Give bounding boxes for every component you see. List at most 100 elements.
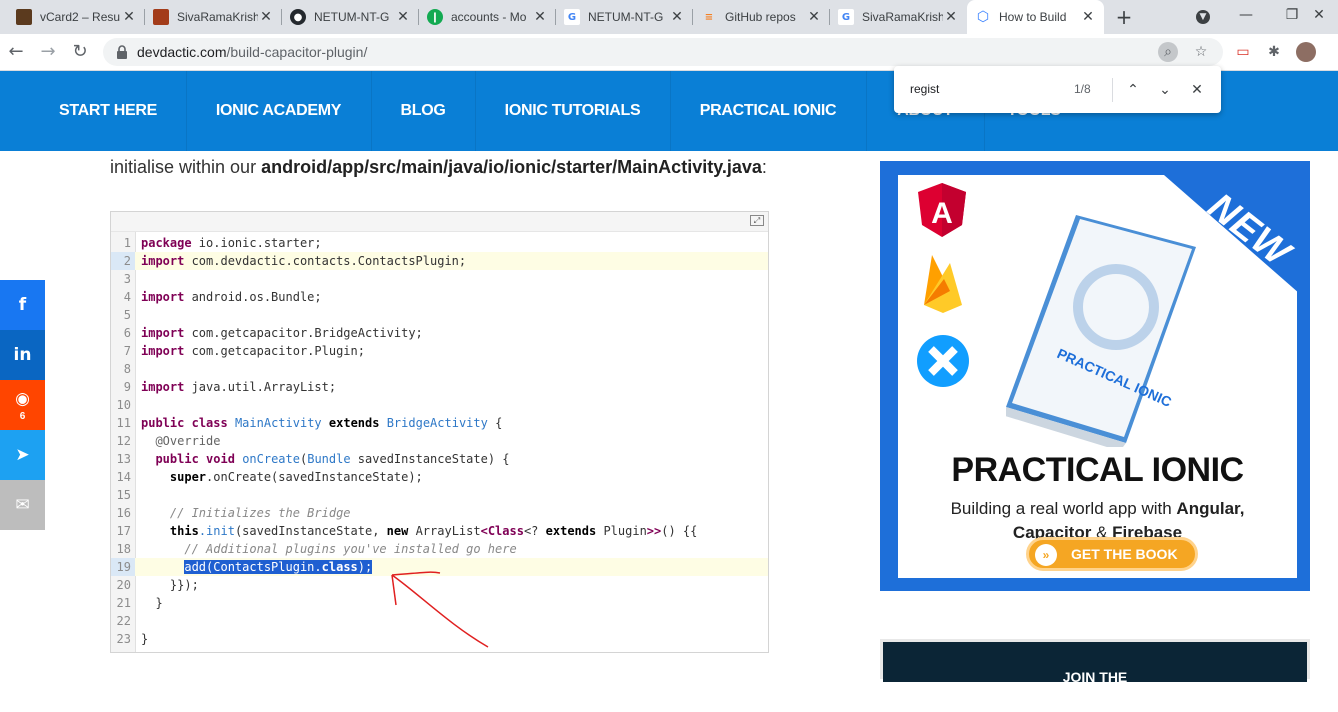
code-line: 13 public void onCreate(Bundle savedInst…: [111, 450, 768, 468]
find-input[interactable]: regist: [910, 82, 939, 96]
reload-icon[interactable]: ↻: [68, 40, 92, 64]
cast-icon[interactable]: ▭: [1233, 42, 1253, 62]
nav-ionic-academy[interactable]: IONIC ACADEMY: [186, 71, 371, 151]
line-number: 19: [111, 558, 135, 576]
mongodb-icon: ❙: [427, 9, 443, 25]
line-number: 3: [123, 272, 131, 286]
nav-ionic-tutorials[interactable]: IONIC TUTORIALS: [475, 71, 670, 151]
nav-blog[interactable]: BLOG: [371, 71, 475, 151]
line-number: 17: [116, 524, 131, 538]
lock-icon: [117, 45, 127, 59]
tab-strip: vCard2 – Resu ✕ SivaRamaKrish ✕ ● NETUM-…: [0, 0, 1338, 34]
twitter-icon: ➤: [15, 445, 30, 465]
reddit-icon: ◉: [15, 388, 30, 409]
linkedin-icon: in: [13, 345, 32, 365]
code-line: 6 import com.getcapacitor.BridgeActivity;: [111, 324, 768, 342]
line-number: 12: [116, 434, 131, 448]
line-number: 16: [116, 506, 131, 520]
find-count: 1/8: [1074, 82, 1091, 96]
minimize-icon[interactable]: —: [1223, 0, 1269, 34]
facebook-share-button[interactable]: f: [0, 280, 45, 330]
code-line: 17 this.init(savedInstanceState, new Arr…: [111, 522, 768, 540]
article-paragraph: initialise within our android/app/src/ma…: [110, 157, 767, 177]
address-bar[interactable]: devdactic.com/build-capacitor-plugin/ ⌕ …: [103, 38, 1223, 66]
browser-tab[interactable]: SivaRamaKrish ✕: [145, 0, 282, 34]
back-icon[interactable]: ←: [4, 40, 28, 64]
extensions-icon[interactable]: ✱: [1264, 42, 1284, 62]
line-number: 5: [123, 308, 131, 322]
code-line: 8: [111, 360, 768, 378]
red-arrow-annotation: [391, 571, 489, 648]
find-previous-icon[interactable]: ⌃: [1121, 78, 1145, 102]
close-tab-icon[interactable]: ✕: [943, 9, 959, 25]
code-line: 14 super.onCreate(savedInstanceState);: [111, 468, 768, 486]
email-share-button[interactable]: ✉: [0, 480, 45, 530]
line-number: 10: [116, 398, 131, 412]
google-icon: G: [838, 9, 854, 25]
line-number: 20: [116, 578, 131, 592]
browser-tab[interactable]: ● NETUM-NT-G ✕: [282, 0, 419, 34]
code-line: 3: [111, 270, 768, 288]
capacitor-icon: [917, 335, 969, 387]
line-number: 23: [116, 632, 131, 646]
reddit-share-button[interactable]: ◉ 6: [0, 380, 45, 430]
close-tab-icon[interactable]: ✕: [258, 9, 274, 25]
new-tab-icon[interactable]: +: [1112, 5, 1136, 29]
browser-tab[interactable]: ≡ GitHub repos ✕: [693, 0, 830, 34]
nav-practical-ionic[interactable]: PRACTICAL IONIC: [670, 71, 866, 151]
line-number: 1: [123, 236, 131, 250]
url-text: devdactic.com/build-capacitor-plugin/: [137, 44, 368, 60]
browser-tab-active[interactable]: ⬡ How to Build ✕: [967, 0, 1104, 34]
book-cover-image: PRACTICAL IONIC: [1006, 215, 1196, 447]
find-icon[interactable]: ⌕: [1158, 42, 1178, 62]
line-number: 8: [123, 362, 131, 376]
code-line: 5: [111, 306, 768, 324]
code-line: 11 public class MainActivity extends Brid…: [111, 414, 768, 432]
expand-code-icon[interactable]: ⤢: [750, 215, 764, 226]
code-line: 18 // Additional plugins you've installe…: [111, 540, 768, 558]
close-tab-icon[interactable]: ✕: [532, 9, 548, 25]
browser-tab[interactable]: G SivaRamaKrish ✕: [830, 0, 967, 34]
nav-start-here[interactable]: START HERE: [30, 71, 186, 151]
angular-icon: A: [918, 183, 966, 237]
close-window-icon[interactable]: ✕: [1300, 0, 1338, 34]
bookmark-star-icon[interactable]: ☆: [1191, 42, 1211, 62]
code-line: 12 @Override: [111, 432, 768, 450]
close-tab-icon[interactable]: ✕: [669, 9, 685, 25]
line-number: 9: [123, 380, 131, 394]
vcard-favicon: [16, 9, 32, 25]
line-number: 6: [123, 326, 131, 340]
code-line: 10: [111, 396, 768, 414]
line-number: 14: [116, 470, 131, 484]
selected-text[interactable]: add(ContactsPlugin.class);: [184, 560, 373, 574]
close-tab-icon[interactable]: ✕: [1080, 9, 1096, 25]
code-toolbar: ⤢: [111, 212, 768, 232]
browser-tab[interactable]: vCard2 – Resu ✕: [8, 0, 145, 34]
avatar[interactable]: [1296, 42, 1316, 62]
find-next-icon[interactable]: ⌄: [1153, 78, 1177, 102]
google-icon: G: [564, 9, 580, 25]
firebase-icon: [924, 255, 962, 313]
practical-ionic-ad[interactable]: NEW A PRACTICAL IONIC PRACTICAL IONIC Bu…: [880, 161, 1310, 591]
share-count: 6: [19, 410, 26, 422]
profile-favicon: [153, 9, 169, 25]
browser-tab[interactable]: ❙ accounts - Mo ✕: [419, 0, 556, 34]
close-tab-icon[interactable]: ✕: [395, 9, 411, 25]
line-number: 2: [111, 252, 135, 270]
twitter-share-button[interactable]: ➤: [0, 430, 45, 480]
ionic-icon: ⬡: [976, 9, 990, 25]
forward-icon[interactable]: →: [36, 40, 60, 64]
browser-tab[interactable]: G NETUM-NT-G ✕: [556, 0, 693, 34]
line-number: 11: [116, 416, 131, 430]
line-number: 15: [116, 488, 131, 502]
code-line: 1 package io.ionic.starter;: [111, 234, 768, 252]
close-tab-icon[interactable]: ✕: [806, 9, 822, 25]
find-close-icon[interactable]: ✕: [1185, 78, 1209, 102]
linkedin-share-button[interactable]: in: [0, 330, 45, 380]
line-number: 22: [116, 614, 131, 628]
get-the-book-button[interactable]: » GET THE BOOK: [1026, 537, 1198, 571]
close-tab-icon[interactable]: ✕: [121, 9, 137, 25]
line-number: 7: [123, 344, 131, 358]
tab-search-icon[interactable]: ▼: [1180, 0, 1226, 34]
email-icon: ✉: [15, 495, 30, 515]
